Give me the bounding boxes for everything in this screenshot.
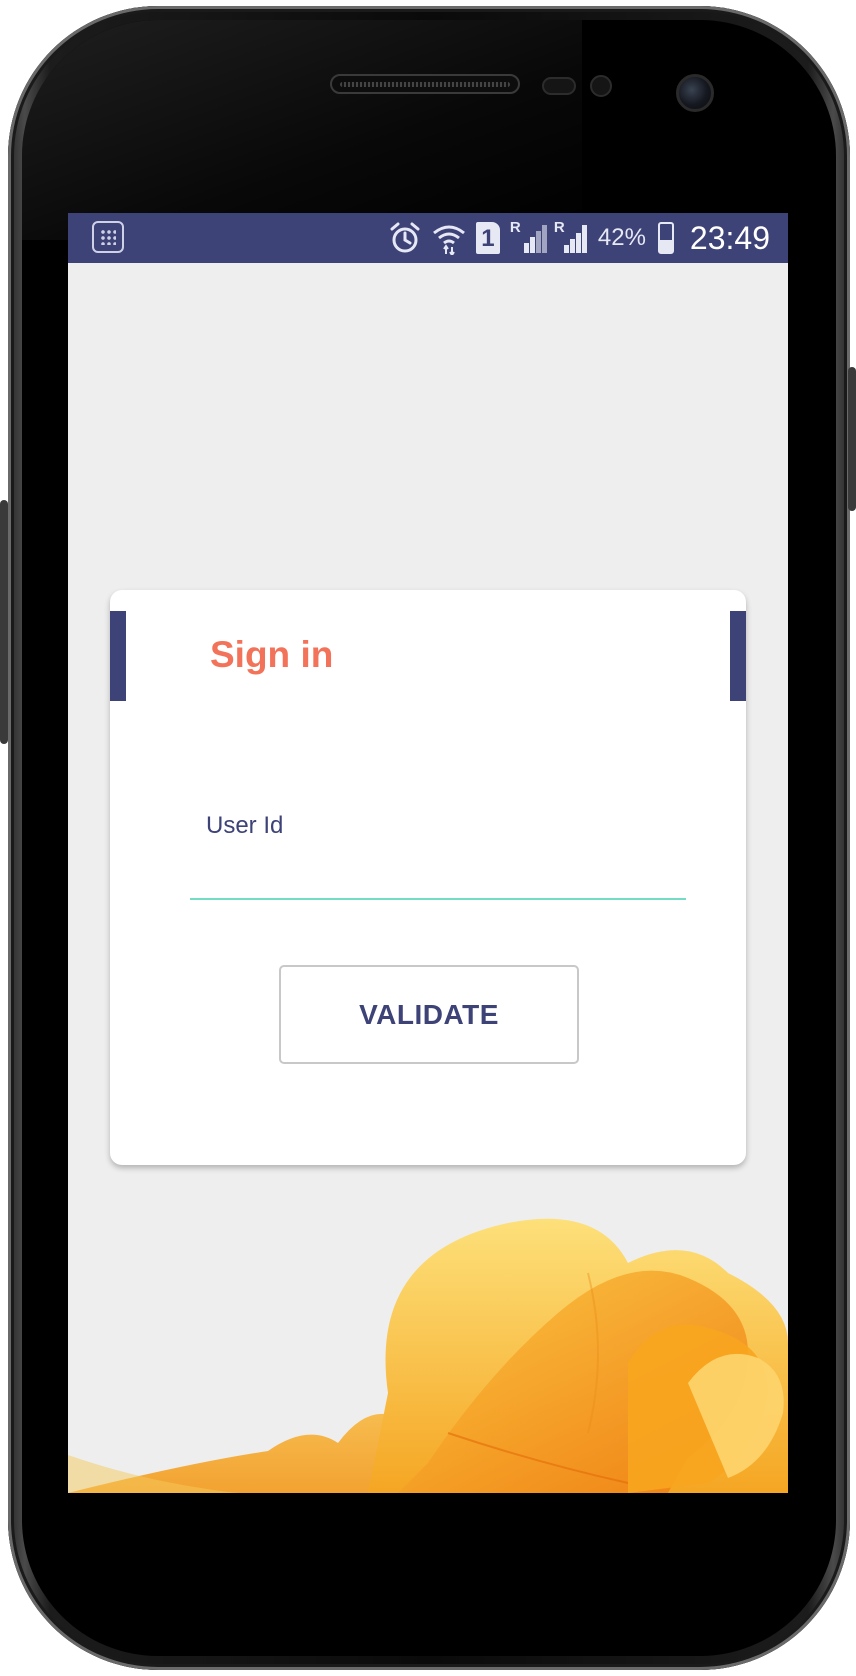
- page-title: Sign in: [210, 634, 334, 675]
- user-id-label: User Id: [206, 812, 284, 839]
- phone-side-button-right: [848, 367, 856, 511]
- decorative-wave-graphic: [68, 1218, 788, 1493]
- roaming-indicator: R: [553, 219, 565, 236]
- front-camera: [676, 74, 714, 112]
- signal-icon: R: [509, 219, 547, 255]
- bezel-glare: [22, 20, 582, 240]
- signal-icon: R: [553, 219, 588, 255]
- sim-card-icon: 1: [475, 222, 500, 254]
- user-id-input[interactable]: [190, 850, 686, 900]
- app-grid-icon[interactable]: [92, 221, 124, 253]
- battery-charging-icon: [657, 222, 674, 254]
- alarm-icon: [390, 222, 420, 253]
- light-sensor: [590, 75, 612, 97]
- screen: 1 R R 42% 23:49 Sign in User Id VALIDATE: [68, 213, 788, 1493]
- proximity-sensor: [542, 77, 576, 95]
- status-icons: 1 R R 42% 23:49: [388, 213, 770, 263]
- wifi-icon: [432, 225, 465, 255]
- validate-button[interactable]: VALIDATE: [279, 965, 579, 1064]
- roaming-indicator: R: [509, 219, 521, 236]
- battery-percent: 42%: [597, 224, 646, 251]
- status-bar: 1 R R 42% 23:49: [68, 213, 788, 263]
- phone-side-button-left: [0, 500, 8, 744]
- card-accent-bar-left: [110, 611, 126, 701]
- card-accent-bar-right: [730, 611, 746, 701]
- clock: 23:49: [689, 219, 770, 256]
- signin-card: Sign in User Id VALIDATE: [110, 590, 746, 1165]
- earpiece-speaker: [330, 74, 520, 94]
